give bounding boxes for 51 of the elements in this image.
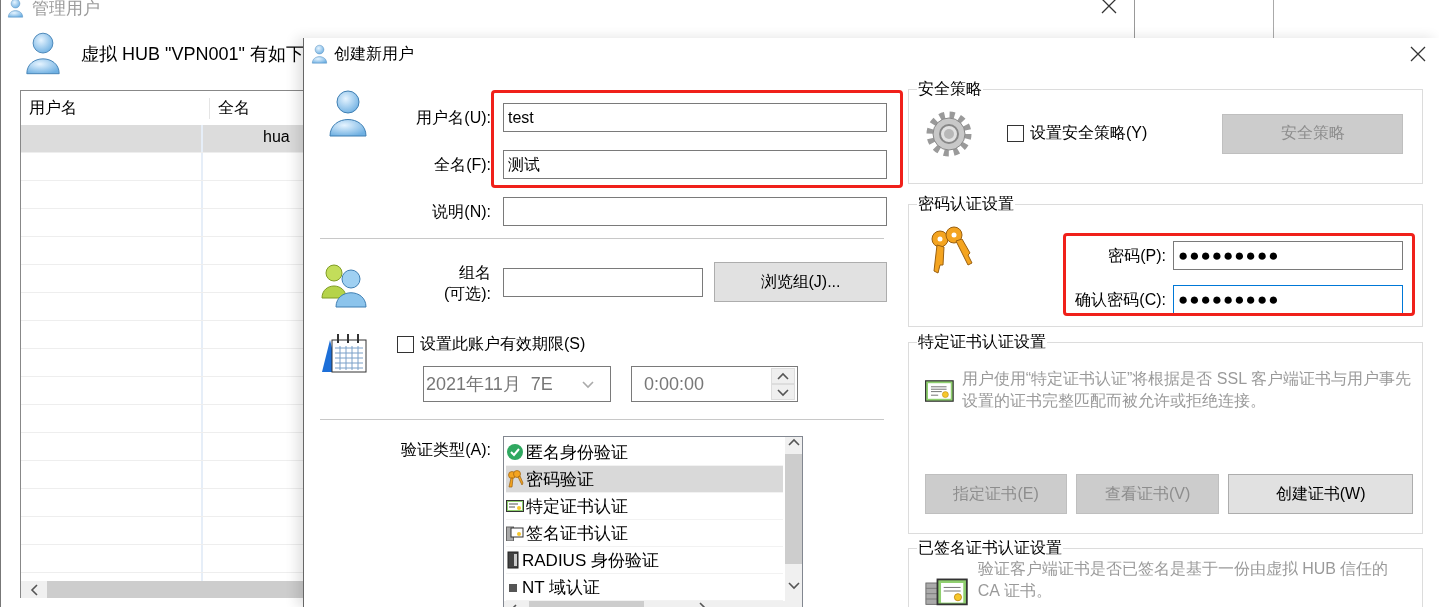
group-title: 已签名证书认证设置 xyxy=(917,537,1063,559)
gear-icon xyxy=(925,109,973,158)
text-field[interactable] xyxy=(503,268,703,297)
checkbox-label: 设置安全策略(Y) xyxy=(1030,123,1148,143)
password-field[interactable]: ●●●●●●●●● xyxy=(1173,285,1403,314)
field-label: 组名 (可选): xyxy=(442,263,491,304)
user-group-icon xyxy=(320,262,370,308)
field-label: 说明(N): xyxy=(431,202,491,222)
close-icon[interactable] xyxy=(1100,0,1118,15)
close-icon[interactable] xyxy=(1409,45,1427,63)
group-title: 安全策略 xyxy=(917,78,983,100)
password-field[interactable]: ●●●●●●●●● xyxy=(1173,241,1403,270)
browse-button[interactable]: 浏览组(J)... xyxy=(714,262,887,302)
check-shield-icon xyxy=(506,443,524,461)
list-item[interactable]: RADIUS 身份验证 xyxy=(506,547,783,574)
list-item[interactable]: 签名证书认证 xyxy=(506,520,783,547)
checkbox[interactable] xyxy=(1007,125,1024,142)
calendar-icon xyxy=(320,332,368,374)
window-title: 管理用户 xyxy=(32,0,100,20)
certificate-button[interactable]: 创建证书(W) xyxy=(1228,474,1413,514)
header-text: 虚拟 HUB "VPN001" 有如下 xyxy=(81,43,304,66)
dialog-title: 创建新用户 xyxy=(334,43,414,64)
field-label: 验证类型(A): xyxy=(400,440,491,460)
group-title: 密码认证设置 xyxy=(917,193,1015,215)
column-header[interactable]: 用户名 xyxy=(21,97,210,119)
list-item[interactable]: 特定证书认证 xyxy=(506,493,783,520)
description-text: 用户使用“特定证书认证”将根据是否 SSL 客户端证书与用户事先设置的证书完整匹配而被允许或拒绝连接。 xyxy=(961,369,1412,411)
scroll-down-icon[interactable] xyxy=(785,580,802,591)
list-item[interactable]: 密码验证 xyxy=(506,466,783,493)
user-icon xyxy=(328,88,368,138)
field-label: 确认密码(C): xyxy=(1075,290,1166,310)
description-text: 验证客户端证书是否已签名是基于一份由虚拟 HUB 信任的 CA 证书。 xyxy=(977,559,1390,601)
vertical-scrollbar[interactable] xyxy=(785,437,802,601)
key-icon xyxy=(506,470,524,488)
certificate-icon xyxy=(506,499,524,513)
field-label: 密码(P): xyxy=(1107,246,1166,266)
scroll-left-icon[interactable] xyxy=(28,582,40,597)
field-label: 用户名(U): xyxy=(415,108,491,128)
app-icon xyxy=(311,44,328,64)
group-title: 特定证书认证设置 xyxy=(917,331,1047,353)
server-icon xyxy=(506,551,520,569)
text-field[interactable] xyxy=(503,197,887,226)
text-field[interactable]: 测试 xyxy=(503,150,887,179)
field-label: 全名(F): xyxy=(433,155,491,175)
user-icon xyxy=(25,30,61,76)
text-field[interactable]: test xyxy=(503,103,887,132)
table-cell: hua xyxy=(263,128,290,146)
server-certificate-icon xyxy=(506,525,524,541)
auth-type-list[interactable]: 匿名身份验证 密码验证 特定证书认证 签名证书认证 RADIUS 身份验证 NT 域认证 xyxy=(503,436,803,607)
checkbox-label: 设置此账户有效期限(S) xyxy=(420,333,586,354)
app-icon xyxy=(7,0,24,18)
